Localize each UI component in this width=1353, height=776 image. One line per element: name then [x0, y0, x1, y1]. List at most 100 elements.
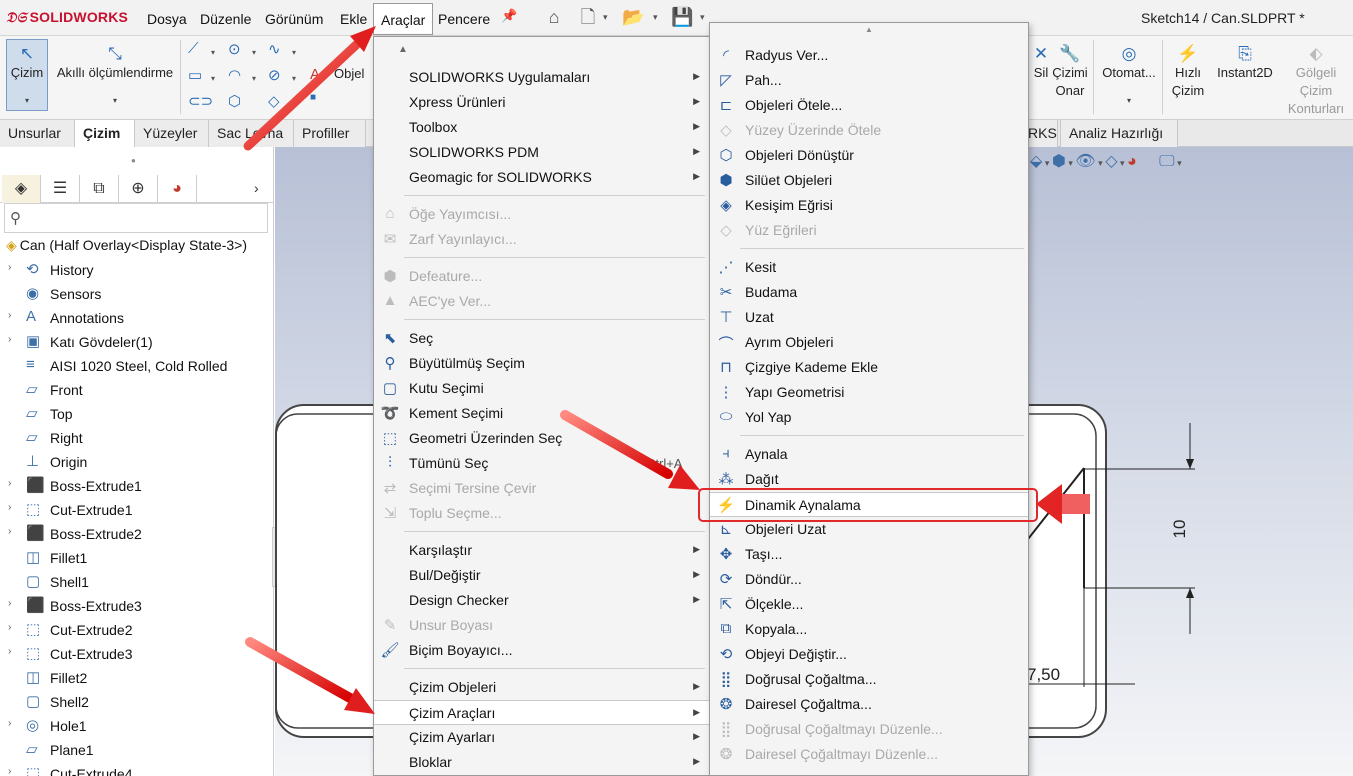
smart-dimension-button[interactable]: ⤡ Akıllı ölçümlendirme ▾ [52, 44, 178, 110]
polygon-icon[interactable]: ⬡ [228, 92, 241, 110]
tab-analiz-hazirligi[interactable]: Analiz Hazırlığı [1060, 120, 1178, 147]
rapid-sketch-button[interactable]: ⚡ Hızlı Çizim [1166, 44, 1210, 100]
chevron-right-icon[interactable]: › [8, 766, 11, 776]
tree-item[interactable]: › ⬛ Boss-Extrude2 [0, 523, 272, 547]
tools-menu-item[interactable]: ⫶ Tümünü Seç Ctrl+A [374, 451, 709, 476]
sketch-tools-item[interactable]: ⊏ Objeleri Ötele... [710, 93, 1028, 118]
text-icon[interactable]: A [310, 66, 320, 83]
tree-item[interactable]: › ⬚ Cut-Extrude2 [0, 619, 272, 643]
sketch-tools-item[interactable]: ◸ Pah... [710, 68, 1028, 93]
chevron-right-icon[interactable]: › [8, 622, 11, 633]
tools-menu-item[interactable]: Karşılaştır ▶ [374, 538, 709, 563]
sketch-tools-item[interactable]: ⬭ Yol Yap [710, 405, 1028, 430]
chevron-down-icon[interactable]: ▾ [700, 12, 705, 23]
line-icon[interactable]: ⟋ [188, 40, 199, 57]
tree-item[interactable]: ◉ Sensors [0, 283, 272, 307]
tools-menu-item[interactable]: ⚲ Büyütülmüş Seçim [374, 351, 709, 376]
tree-item[interactable]: › ⬛ Boss-Extrude1 [0, 475, 272, 499]
menu-araclar[interactable]: Araçlar [373, 3, 434, 35]
tree-item[interactable]: ≡ AISI 1020 Steel, Cold Rolled [0, 355, 272, 379]
chevron-down-icon[interactable]: ▾ [292, 74, 296, 83]
tree-item[interactable]: ▱ Right [0, 427, 272, 451]
chevron-down-icon[interactable]: ▾ [252, 48, 256, 57]
tree-item[interactable]: › ⬚ Cut-Extrude1 [0, 499, 272, 523]
sketch-tools-item[interactable]: ⬡ Objeleri Dönüştür [710, 143, 1028, 168]
tree-root-part[interactable]: ◈ Can (Half Overlay<Display State-3>) [6, 237, 247, 254]
tab-profiller[interactable]: Profiller [294, 120, 366, 147]
sketch-tools-item[interactable]: ⟳ Döndür... [710, 567, 1028, 592]
dimxpert-tab-icon[interactable]: ⊕ [119, 175, 158, 203]
property-manager-tab-icon[interactable]: ☰ [41, 175, 80, 203]
sketch-tools-item[interactable]: ✥ Taşı... [710, 542, 1028, 567]
panel-handle-icon[interactable]: ● [131, 156, 136, 165]
tools-menu-item[interactable]: ➰ Kement Seçimi [374, 401, 709, 426]
chevron-right-icon[interactable]: › [8, 310, 11, 321]
tree-item[interactable]: › ▣ Katı Gövdeler(1) [0, 331, 272, 355]
tools-menu-item[interactable]: SOLIDWORKS PDM ▶ [374, 140, 709, 165]
sketch-tools-item[interactable]: ⇱ Ölçekle... [710, 592, 1028, 617]
tools-menu-item[interactable]: Çizim Ayarları ▶ [374, 725, 709, 750]
dimension-horizontal[interactable]: 7,50 [1027, 665, 1060, 684]
dimension-vertical[interactable]: 10 [1170, 520, 1189, 539]
sketch-tools-item[interactable]: ⊤ Uzat [710, 305, 1028, 330]
feature-tree-tab-icon[interactable]: ◈ [2, 175, 41, 203]
tools-menu-item[interactable]: ▢ Kutu Seçimi [374, 376, 709, 401]
tree-item[interactable]: ▱ Plane1 [0, 739, 272, 763]
chevron-right-icon[interactable]: › [8, 478, 11, 489]
tree-item[interactable]: › ⬚ Cut-Extrude4 [0, 763, 272, 776]
tree-item[interactable]: › ⬚ Cut-Extrude3 [0, 643, 272, 667]
sketch-tools-item[interactable]: ⌒ Ayrım Objeleri [710, 330, 1028, 355]
shaded-sketch-contours-button[interactable]: ⬖ Gölgeli Çizim Konturları [1280, 44, 1352, 118]
chevron-right-icon[interactable]: › [8, 646, 11, 657]
tree-item[interactable]: ⊥ Origin [0, 451, 272, 475]
tree-item[interactable]: › ⟲ History [0, 259, 272, 283]
sketch-tools-item[interactable]: ⟲ Objeyi Değiştir... [710, 642, 1028, 667]
configuration-manager-tab-icon[interactable]: ⧉ [80, 175, 119, 203]
menu-pencere[interactable]: Pencere [438, 11, 490, 27]
sketch-tools-item[interactable]: ⫞ Aynala [710, 442, 1028, 467]
chevron-down-icon[interactable]: ▾ [252, 74, 256, 83]
sketch-tools-item[interactable]: ✂ Budama [710, 280, 1028, 305]
tab-sac-levha[interactable]: Sac Levha [209, 120, 294, 147]
ellipse-icon[interactable]: ⊘ [268, 66, 281, 84]
tree-item[interactable]: › ⬛ Boss-Extrude3 [0, 595, 272, 619]
chevron-down-icon[interactable]: ▾ [292, 48, 296, 57]
scroll-up-icon[interactable]: ▲ [398, 44, 408, 55]
tab-cizim[interactable]: Çizim [75, 120, 135, 147]
tools-menu-item[interactable]: 🖌 Biçim Boyayıcı... [374, 638, 709, 663]
chevron-right-icon[interactable]: › [8, 334, 11, 345]
instant2d-button[interactable]: ⎘ Instant2D [1212, 44, 1278, 82]
tools-menu-item[interactable]: ⬚ Geometri Üzerinden Seç [374, 426, 709, 451]
slot-icon[interactable]: ⊂⊃ [188, 92, 213, 110]
sketch-tools-item[interactable]: ◈ Kesişim Eğrisi [710, 193, 1028, 218]
menu-gorunum[interactable]: Görünüm [265, 11, 323, 27]
tree-item[interactable]: ▢ Shell1 [0, 571, 272, 595]
sketch-tools-item[interactable]: ◜ Radyus Ver... [710, 43, 1028, 68]
tools-menu-item[interactable]: Çizim Araçları ▶ [374, 700, 709, 725]
tab-unsurlar[interactable]: Unsurlar [0, 120, 75, 147]
chevron-right-icon[interactable]: › [8, 502, 11, 513]
chevron-right-icon[interactable]: › [8, 526, 11, 537]
tab-solidworks-addins[interactable]: RKS [1026, 120, 1058, 147]
chevron-right-icon[interactable]: › [8, 262, 11, 273]
sketch-tools-item[interactable]: ⬢ Silüet Objeleri [710, 168, 1028, 193]
sketch-tools-item[interactable]: ❂ Dairesel Çoğaltma... [710, 692, 1028, 717]
point-icon[interactable]: ■ [310, 92, 316, 103]
menu-duzenle[interactable]: Düzenle [200, 11, 251, 27]
sketch-button[interactable]: ↖ Çizim ▾ [6, 39, 48, 111]
tree-item[interactable]: › A Annotations [0, 307, 272, 331]
tools-menu-item[interactable]: Bul/Değiştir ▶ [374, 563, 709, 588]
chevron-right-icon[interactable]: › [254, 180, 259, 196]
pin-icon[interactable]: 📌 [501, 8, 517, 24]
sketch-tools-item[interactable]: ⋰ Kesit [710, 255, 1028, 280]
sketch-tools-item[interactable]: ⊓ Çizgiye Kademe Ekle [710, 355, 1028, 380]
tree-item[interactable]: ▢ Shell2 [0, 691, 272, 715]
plane-sketch-icon[interactable]: ◇ [268, 92, 280, 110]
tools-menu-item[interactable]: Geomagic for SOLIDWORKS ▶ [374, 165, 709, 190]
tree-item[interactable]: ◫ Fillet1 [0, 547, 272, 571]
tab-yuzeyler[interactable]: Yüzeyler [135, 120, 209, 147]
tree-filter-input[interactable]: ⚲ [4, 203, 268, 233]
rectangle-icon[interactable]: ▭ [188, 66, 202, 84]
display-manager-tab-icon[interactable]: ◕ [158, 175, 197, 203]
sketch-tools-item[interactable]: ⣿ Doğrusal Çoğaltma... [710, 667, 1028, 692]
